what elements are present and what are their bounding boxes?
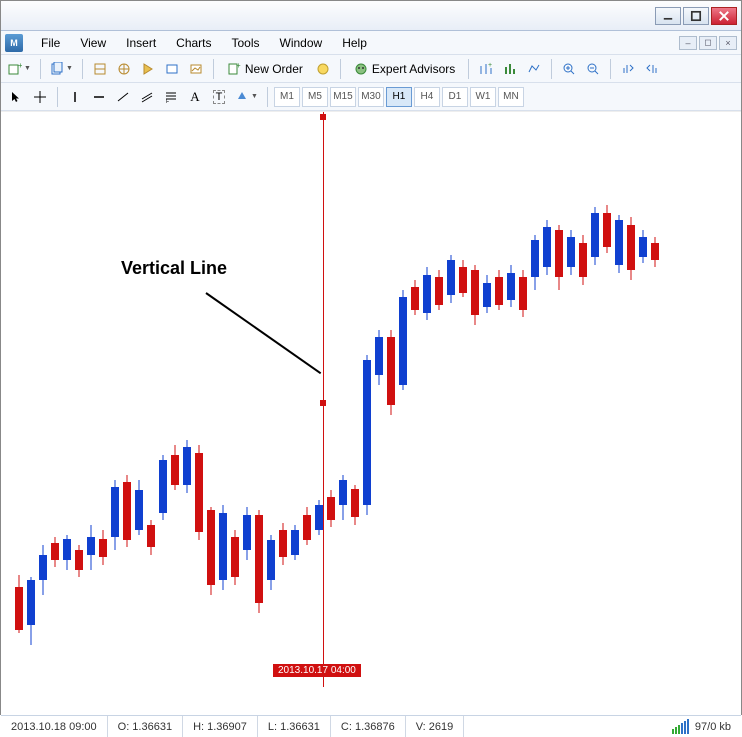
trendline-tool[interactable] bbox=[112, 86, 134, 108]
status-open: O: 1.36631 bbox=[108, 716, 183, 737]
strategy-tester-button[interactable] bbox=[185, 58, 207, 80]
timeframe-h1[interactable]: H1 bbox=[386, 87, 412, 107]
menu-window[interactable]: Window bbox=[270, 34, 333, 52]
timeframe-m30[interactable]: M30 bbox=[358, 87, 384, 107]
timeframe-w1[interactable]: W1 bbox=[470, 87, 496, 107]
connection-status[interactable]: 97/0 kb bbox=[662, 716, 741, 737]
crosshair-tool[interactable] bbox=[29, 86, 51, 108]
menu-charts[interactable]: Charts bbox=[166, 34, 221, 52]
new-order-label: New Order bbox=[245, 62, 303, 76]
mdi-close-button[interactable]: × bbox=[719, 36, 737, 50]
autoscroll-button[interactable] bbox=[617, 58, 639, 80]
market-watch-button[interactable] bbox=[89, 58, 111, 80]
terminal-button[interactable] bbox=[161, 58, 183, 80]
chart-canvas[interactable]: 2013.10.17 04:00 Vertical Line bbox=[1, 111, 741, 715]
fibonacci-tool[interactable]: F bbox=[160, 86, 182, 108]
drawing-toolbar: F A T ▼ M1 M5 M15 M30 H1 H4 D1 W1 MN bbox=[1, 83, 741, 111]
timeframe-h4[interactable]: H4 bbox=[414, 87, 440, 107]
app-icon: M bbox=[5, 34, 23, 52]
expert-advisors-label: Expert Advisors bbox=[372, 62, 455, 76]
svg-text:F: F bbox=[166, 99, 169, 104]
status-high: H: 1.36907 bbox=[183, 716, 258, 737]
svg-text:+: + bbox=[488, 62, 492, 69]
vertical-line-object[interactable]: 2013.10.17 04:00 bbox=[323, 112, 324, 687]
cursor-tool[interactable] bbox=[5, 86, 27, 108]
minimize-button[interactable] bbox=[655, 7, 681, 25]
menu-insert[interactable]: Insert bbox=[116, 34, 166, 52]
equidistant-channel-tool[interactable] bbox=[136, 86, 158, 108]
expert-advisors-button[interactable]: Expert Advisors bbox=[347, 58, 462, 80]
indicators-button[interactable]: + bbox=[475, 58, 497, 80]
data-window-button[interactable] bbox=[137, 58, 159, 80]
annotation-arrow bbox=[205, 292, 321, 374]
zoom-in-button[interactable] bbox=[558, 58, 580, 80]
menu-tools[interactable]: Tools bbox=[222, 34, 270, 52]
window-close-button[interactable] bbox=[711, 7, 737, 25]
status-close: C: 1.36876 bbox=[331, 716, 406, 737]
status-bar: 2013.10.18 09:00 O: 1.36631 H: 1.36907 L… bbox=[1, 715, 741, 737]
navigator-button[interactable] bbox=[113, 58, 135, 80]
mdi-restore-button[interactable]: ◻ bbox=[699, 36, 717, 50]
timeframe-m5[interactable]: M5 bbox=[302, 87, 328, 107]
timeframe-d1[interactable]: D1 bbox=[442, 87, 468, 107]
timeframe-m15[interactable]: M15 bbox=[330, 87, 356, 107]
profiles-button[interactable]: ▼ bbox=[47, 58, 76, 80]
chart-shift-button[interactable] bbox=[641, 58, 663, 80]
menu-file[interactable]: File bbox=[31, 34, 70, 52]
new-chart-button[interactable]: +▼ bbox=[5, 58, 34, 80]
status-volume: V: 2619 bbox=[406, 716, 465, 737]
menu-bar: M File View Insert Charts Tools Window H… bbox=[1, 31, 741, 55]
status-low: L: 1.36631 bbox=[258, 716, 331, 737]
arrows-tool[interactable]: ▼ bbox=[232, 86, 261, 108]
templates-button[interactable] bbox=[523, 58, 545, 80]
menu-view[interactable]: View bbox=[70, 34, 116, 52]
svg-text:+: + bbox=[236, 62, 241, 70]
text-tool[interactable]: A bbox=[184, 86, 206, 108]
periodicity-button[interactable] bbox=[499, 58, 521, 80]
timeframe-m1[interactable]: M1 bbox=[274, 87, 300, 107]
metaquotes-button[interactable] bbox=[312, 58, 334, 80]
new-order-button[interactable]: + New Order bbox=[220, 58, 310, 80]
svg-text:+: + bbox=[18, 62, 22, 70]
zoom-out-button[interactable] bbox=[582, 58, 604, 80]
title-bar bbox=[1, 1, 741, 31]
main-toolbar: +▼ ▼ + New Order Expert Advisors + bbox=[1, 55, 741, 83]
connection-label: 97/0 kb bbox=[695, 721, 731, 733]
maximize-button[interactable] bbox=[683, 7, 709, 25]
mdi-minimize-button[interactable]: – bbox=[679, 36, 697, 50]
menu-help[interactable]: Help bbox=[332, 34, 377, 52]
status-datetime: 2013.10.18 09:00 bbox=[1, 716, 108, 737]
text-label-tool[interactable]: T bbox=[208, 86, 230, 108]
connection-icon bbox=[672, 719, 689, 734]
timeframe-mn[interactable]: MN bbox=[498, 87, 524, 107]
annotation-text: Vertical Line bbox=[121, 258, 227, 279]
vertical-line-tool[interactable] bbox=[64, 86, 86, 108]
horizontal-line-tool[interactable] bbox=[88, 86, 110, 108]
vertical-line-time-label: 2013.10.17 04:00 bbox=[273, 664, 361, 677]
